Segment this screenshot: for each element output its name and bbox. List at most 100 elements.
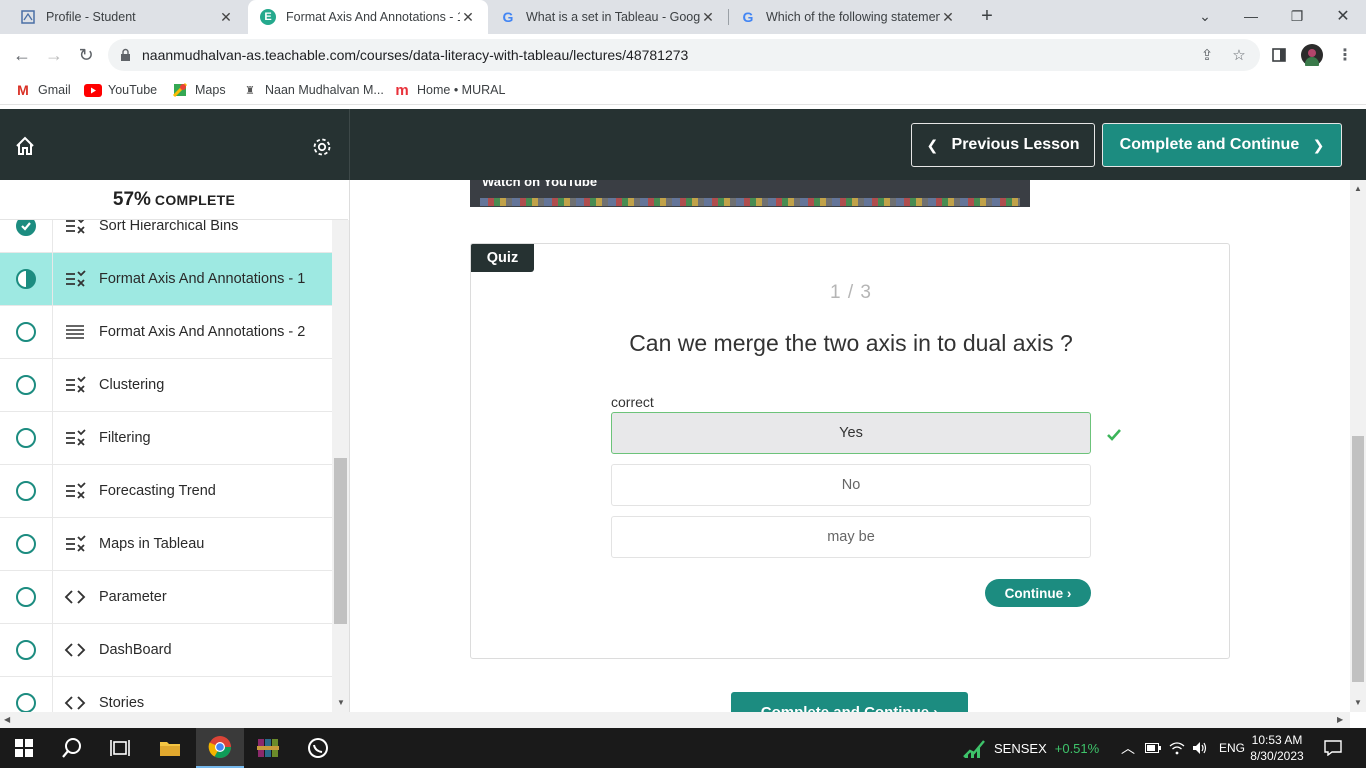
forward-button[interactable]: →	[42, 43, 66, 67]
bookmark-star-icon[interactable]: ☆	[1230, 46, 1248, 64]
watch-on-youtube[interactable]: Watch on YouTube	[482, 180, 642, 189]
complete-and-continue-button[interactable]: Complete and Continue ❯	[1102, 123, 1342, 167]
bookmark-label: YouTube	[108, 83, 158, 97]
quiz-card: Quiz 1 / 3 Can we merge the two axis in …	[470, 243, 1230, 659]
chrome-menu-icon[interactable]: ⋮	[1333, 43, 1357, 67]
profile-favicon-icon	[20, 9, 36, 25]
lecture-title: Forecasting Trend	[99, 483, 216, 499]
bottom-complete-and-continue-button[interactable]: Complete and Continue ›	[731, 692, 968, 712]
task-view-icon[interactable]	[96, 728, 144, 768]
bookmark-maps[interactable]: Maps	[171, 81, 226, 99]
naan-mudhalvan-icon: ♜	[245, 84, 255, 97]
lecture-item[interactable]: Clustering	[0, 359, 332, 412]
lecture-item[interactable]: Filtering	[0, 412, 332, 465]
bookmark-gmail[interactable]: M Gmail	[14, 81, 71, 99]
sidebar-header	[0, 109, 350, 180]
bookmark-mural[interactable]: m Home • MURAL	[393, 81, 505, 99]
sensex-ticker[interactable]: SENSEX +0.51%	[962, 728, 1099, 768]
button-label: Complete and Continue	[1119, 136, 1300, 153]
restore-button[interactable]: ❐	[1274, 0, 1320, 32]
youtube-icon	[84, 83, 102, 97]
lecture-item[interactable]: Maps in Tableau	[0, 518, 332, 571]
lock-icon	[121, 48, 130, 61]
quiz-continue-button[interactable]: Continue ›	[985, 579, 1091, 607]
previous-lesson-button[interactable]: ❮ Previous Lesson	[911, 123, 1095, 167]
incomplete-circle-icon	[16, 322, 36, 342]
course-progress: 57% COMPLETE	[0, 180, 348, 220]
quiz-type-icon	[64, 270, 86, 288]
profile-avatar[interactable]	[1300, 43, 1324, 67]
sidebar-scroll-thumb[interactable]	[334, 458, 347, 624]
share-icon[interactable]: ⇪	[1198, 46, 1216, 64]
horizontal-scrollbar[interactable]: ◀ ▶	[0, 712, 1350, 728]
winrar-icon[interactable]	[244, 728, 292, 768]
check-icon	[1107, 429, 1121, 441]
scroll-down-arrow-icon[interactable]: ▼	[1354, 698, 1362, 707]
close-tab-icon[interactable]: ✕	[940, 9, 956, 26]
wifi-icon[interactable]	[1169, 728, 1185, 768]
tab-google-set[interactable]: G What is a set in Tableau - Google ✕	[488, 0, 728, 34]
close-tab-icon[interactable]: ✕	[218, 9, 234, 26]
quiz-type-icon	[64, 535, 86, 553]
minimize-button[interactable]: —	[1228, 0, 1274, 32]
tab-search-icon[interactable]: ⌄	[1182, 0, 1228, 32]
language-indicator[interactable]: ENG	[1219, 728, 1245, 768]
text-type-icon	[64, 323, 86, 341]
answer-option-no[interactable]: No	[611, 464, 1091, 506]
battery-icon[interactable]	[1145, 728, 1161, 768]
lecture-item[interactable]: Format Axis And Annotations - 1	[0, 253, 332, 306]
windows-start-icon[interactable]	[0, 728, 48, 768]
mural-icon: m	[395, 81, 409, 99]
scroll-up-arrow-icon[interactable]: ▲	[1354, 184, 1362, 193]
browser-tab-strip: Profile - Student ✕ E Format Axis And An…	[0, 0, 1366, 34]
bookmark-label: Naan Mudhalvan M...	[265, 83, 384, 97]
page-scroll-thumb[interactable]	[1352, 436, 1364, 682]
tab-profile-student[interactable]: Profile - Student ✕	[8, 0, 246, 34]
file-explorer-icon[interactable]	[146, 728, 194, 768]
answer-option-may-be[interactable]: may be	[611, 516, 1091, 558]
home-icon[interactable]	[14, 135, 36, 157]
address-bar[interactable]: naanmudhalvan-as.teachable.com/courses/d…	[108, 39, 1260, 71]
new-tab-button[interactable]: +	[976, 6, 998, 28]
volume-icon[interactable]	[1192, 728, 1208, 768]
row-divider	[52, 624, 53, 676]
answer-option-yes[interactable]: Yes	[611, 412, 1091, 454]
chrome-taskbar-icon[interactable]	[196, 728, 244, 768]
tab-format-axis[interactable]: E Format Axis And Annotations - 1 ✕	[248, 0, 488, 34]
side-panel-icon[interactable]	[1267, 43, 1291, 67]
gear-icon[interactable]	[311, 136, 333, 158]
clock-date: 8/30/2023	[1250, 749, 1304, 763]
show-hidden-icons-icon[interactable]: ︿	[1121, 728, 1135, 768]
incomplete-circle-icon	[16, 481, 36, 501]
lecture-item[interactable]: Stories	[0, 677, 332, 712]
bookmark-naan-mudhalvan[interactable]: ♜ Naan Mudhalvan M...	[241, 81, 384, 99]
close-tab-icon[interactable]: ✕	[700, 9, 716, 26]
reload-button[interactable]: ↻	[74, 43, 98, 67]
tab-google-statement[interactable]: G Which of the following statement ✕	[728, 0, 968, 34]
lecture-item[interactable]: Parameter	[0, 571, 332, 624]
lecture-item[interactable]: Forecasting Trend	[0, 465, 332, 518]
scroll-down-arrow-icon[interactable]: ▼	[337, 698, 345, 707]
video-embed[interactable]: Watch on YouTube	[470, 180, 1030, 207]
google-favicon-icon: G	[502, 9, 514, 25]
bookmark-youtube[interactable]: YouTube	[84, 81, 157, 99]
progress-percent: 57%	[112, 188, 151, 210]
lecture-title: Format Axis And Annotations - 1	[99, 271, 306, 287]
page-scrollbar[interactable]: ▲ ▼	[1350, 180, 1366, 712]
url-text: naanmudhalvan-as.teachable.com/courses/d…	[142, 47, 689, 63]
close-tab-icon[interactable]: ✕	[460, 9, 476, 26]
back-button[interactable]: ←	[10, 43, 34, 67]
row-divider	[52, 677, 53, 712]
close-window-button[interactable]: ✕	[1320, 0, 1366, 32]
lecture-item[interactable]: DashBoard	[0, 624, 332, 677]
button-label: Previous Lesson	[951, 136, 1080, 153]
scroll-left-arrow-icon[interactable]: ◀	[4, 715, 10, 724]
notifications-icon[interactable]	[1324, 728, 1342, 768]
whatsapp-icon[interactable]	[294, 728, 342, 768]
scroll-right-arrow-icon[interactable]: ▶	[1337, 715, 1343, 724]
chevron-right-icon: ❯	[1312, 136, 1325, 153]
system-clock[interactable]: 10:53 AM 8/30/2023	[1248, 732, 1306, 764]
lecture-item[interactable]: Format Axis And Annotations - 2	[0, 306, 332, 359]
row-divider	[52, 253, 53, 305]
search-icon[interactable]	[48, 728, 96, 768]
